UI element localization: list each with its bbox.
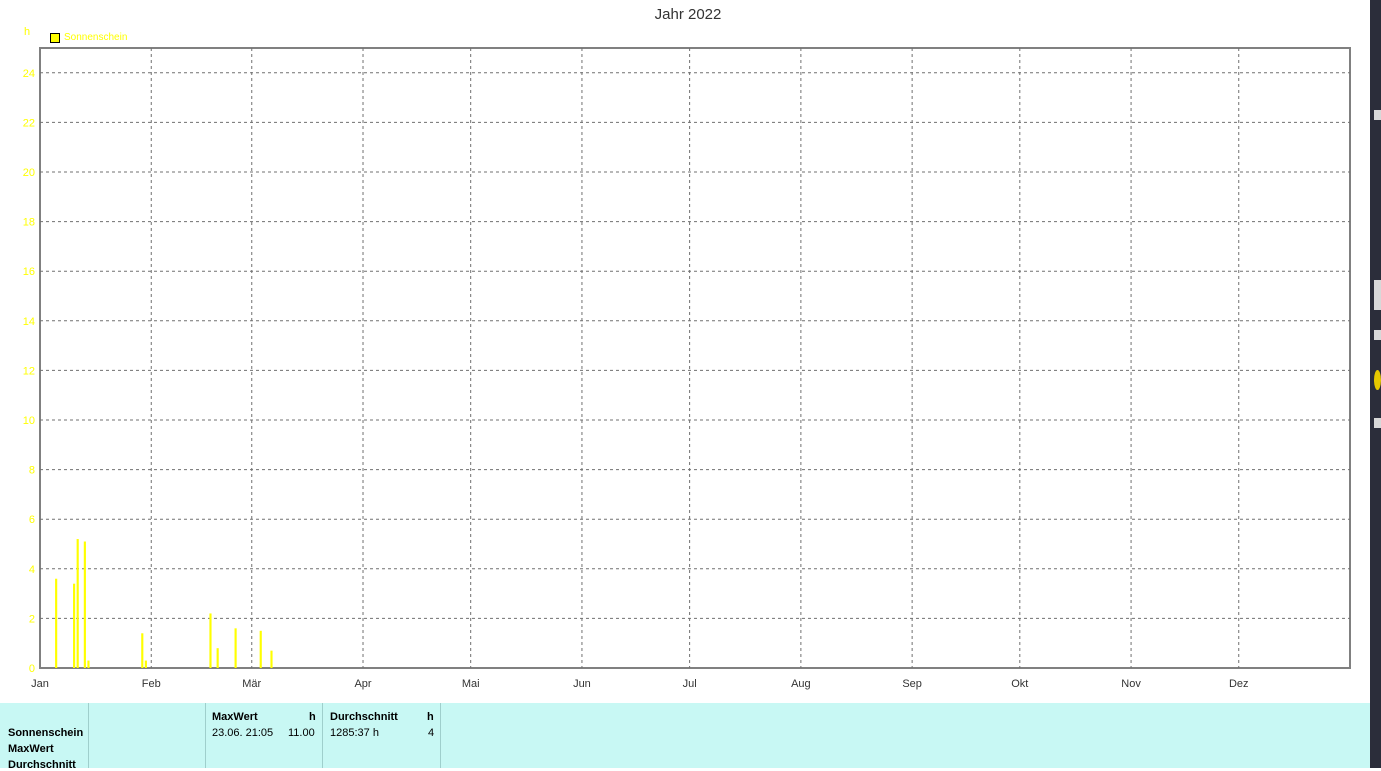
x-tick-label: Sep [902,678,922,690]
status-lamp-icon [1374,370,1381,390]
y-tick-label: 6 [29,514,35,526]
window-edge-strip [1370,0,1381,768]
sunshine-bar [141,633,144,668]
y-tick-label: 12 [23,365,35,377]
avg-value: 4 [428,727,435,739]
max-unit: h [309,711,316,723]
stats-row-label: Sonnenschein [8,727,84,739]
sunshine-bar [73,583,76,668]
y-tick-label: 4 [29,564,35,576]
x-tick-label: Feb [142,678,161,690]
sunshine-bar [87,660,90,668]
y-tick-label: 8 [29,465,35,477]
sunshine-bar [55,578,58,668]
y-tick-label: 14 [23,316,35,328]
avg-header: Durchschnitt [330,711,398,723]
stats-max-column: MaxWert h 23.06. 21:05 11.00 [206,703,323,768]
sunshine-bar [234,628,237,668]
x-tick-label: Okt [1011,678,1028,690]
sunshine-bar [209,613,212,668]
avg-unit: h [427,711,434,723]
x-tick-label: Jul [683,678,697,690]
sunshine-bar [83,541,86,668]
y-tick-label: 20 [23,167,35,179]
sunshine-bar [259,630,262,668]
sunshine-bar [144,660,147,668]
x-tick-label: Jun [573,678,591,690]
x-tick-label: Jan [31,678,49,690]
stats-panel: Sonnenschein MaxWert Durchschnitt MaxWer… [0,703,1370,771]
stats-avg-column: Durchschnitt h 1285:37 h 4 [323,703,441,768]
max-value: 11.00 [288,727,315,739]
window-edge-fragment [1374,330,1381,340]
x-tick-label: Apr [354,678,371,690]
y-tick-label: 0 [29,663,35,675]
x-tick-label: Mär [242,678,261,690]
y-tick-label: 18 [23,217,35,229]
x-tick-label: Dez [1229,678,1249,690]
y-tick-label: 22 [23,117,35,129]
stats-row-label: MaxWert [8,743,54,755]
x-tick-label: Aug [791,678,811,690]
sunshine-bar [76,539,79,668]
x-tick-label: Mai [462,678,480,690]
window-edge-fragment [1374,110,1381,120]
plot-frame [39,47,1351,669]
sunshine-bar [216,648,219,668]
stats-labels-column: Sonnenschein MaxWert Durchschnitt [0,703,89,771]
y-tick-label: 16 [23,266,35,278]
stats-row-label: Durchschnitt [8,759,76,771]
chart-plot: 024681012141618202224 Jan Feb Mär Apr Mai Jun… [23,47,1351,690]
sunshine-bar [270,650,273,668]
y-tick-label: 24 [23,68,35,80]
y-tick-label: 10 [23,415,35,427]
window-edge-fragment [1374,418,1381,428]
y-tick-label: 2 [29,613,35,625]
stats-empty-column [89,703,206,768]
max-header: MaxWert [212,711,258,723]
avg-total: 1285:37 h [330,727,379,739]
max-date: 23.06. 21:05 [212,727,274,739]
x-tick-label: Nov [1121,678,1141,690]
window-edge-fragment [1374,280,1381,310]
